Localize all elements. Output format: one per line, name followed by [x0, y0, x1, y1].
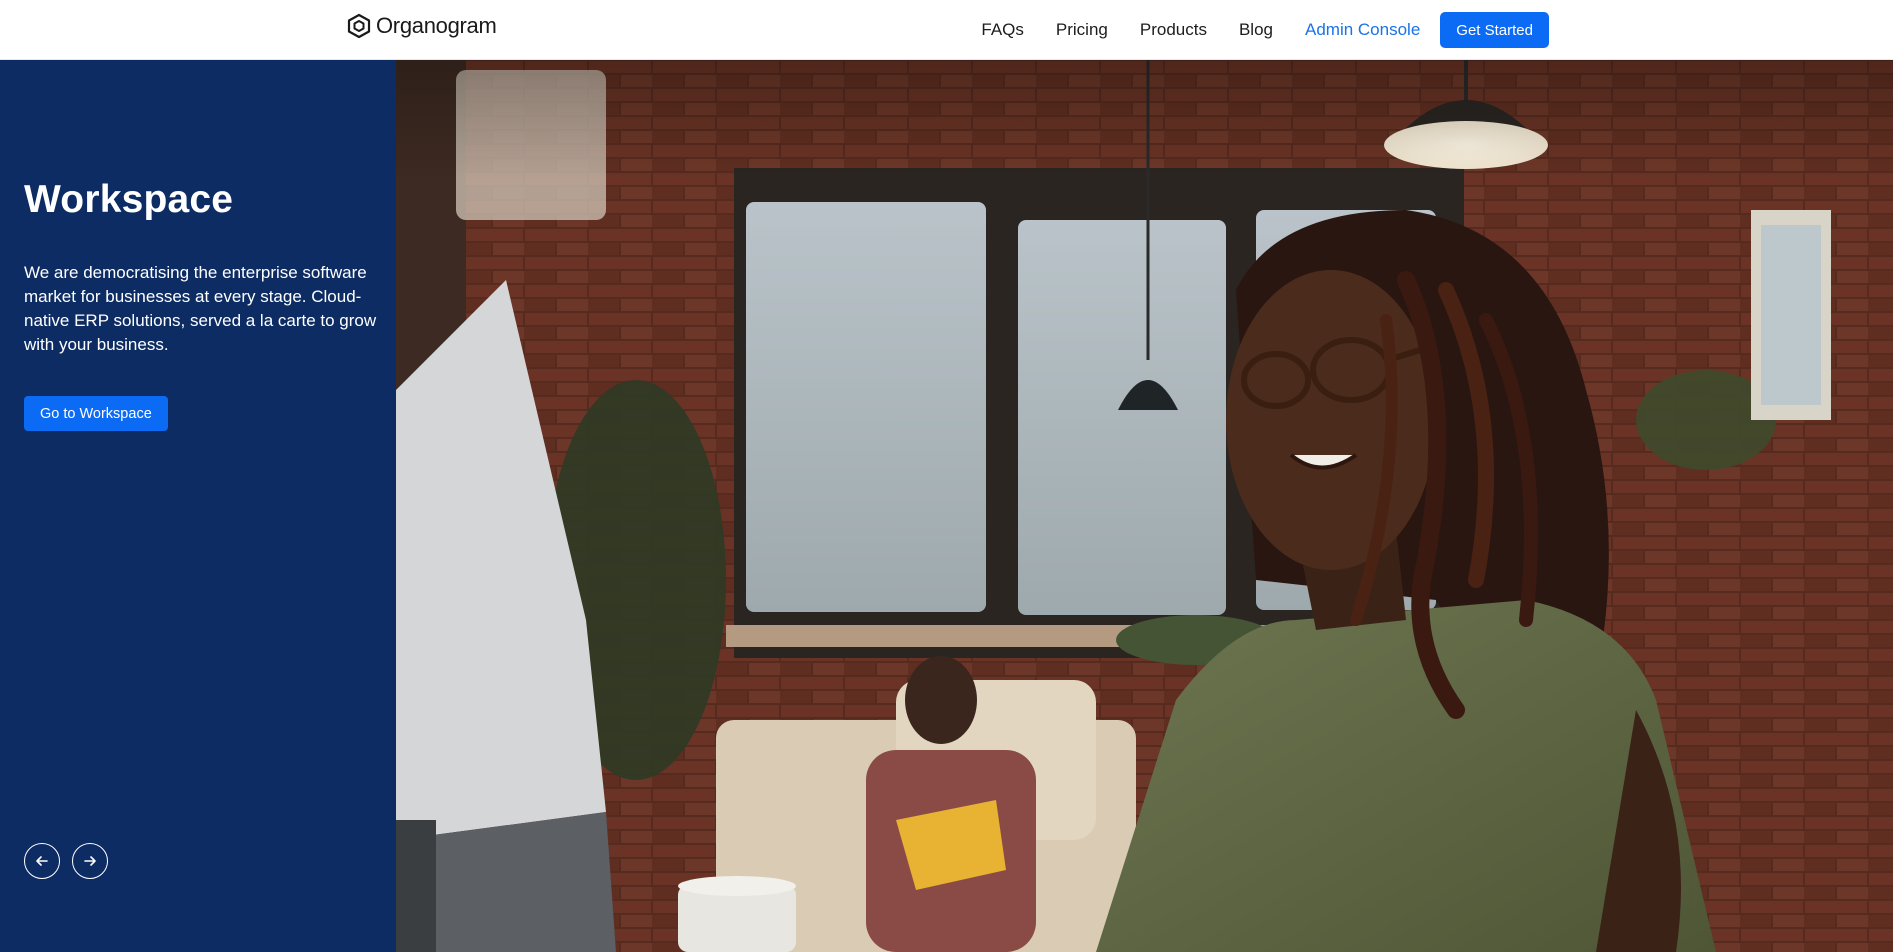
hero-panel: Workspace We are democratising the enter…: [0, 60, 396, 952]
get-started-button[interactable]: Get Started: [1440, 12, 1549, 48]
brand-logo[interactable]: Organogram: [346, 11, 497, 41]
arrow-left-icon: [35, 854, 49, 868]
office-photo-illustration: [396, 60, 1893, 952]
nav-products[interactable]: Products: [1140, 20, 1207, 40]
top-navbar: Organogram FAQs Pricing Products Blog Ad…: [0, 0, 1893, 60]
main-nav: FAQs Pricing Products Blog Admin Console…: [981, 12, 1549, 48]
hero-image: [396, 60, 1893, 952]
carousel-prev-button[interactable]: [24, 843, 60, 879]
go-to-workspace-button[interactable]: Go to Workspace: [24, 396, 168, 431]
hero-title: Workspace: [24, 178, 234, 221]
brand-name: Organogram: [376, 13, 497, 38]
nav-faqs[interactable]: FAQs: [981, 20, 1024, 40]
hero-description: We are democratising the enterprise soft…: [24, 263, 377, 354]
carousel-next-button[interactable]: [72, 843, 108, 879]
arrow-right-icon: [83, 854, 97, 868]
nav-admin-console[interactable]: Admin Console: [1305, 20, 1420, 40]
nav-blog[interactable]: Blog: [1239, 20, 1273, 40]
nav-pricing[interactable]: Pricing: [1056, 20, 1108, 40]
hexagon-logo-icon: [346, 13, 372, 39]
